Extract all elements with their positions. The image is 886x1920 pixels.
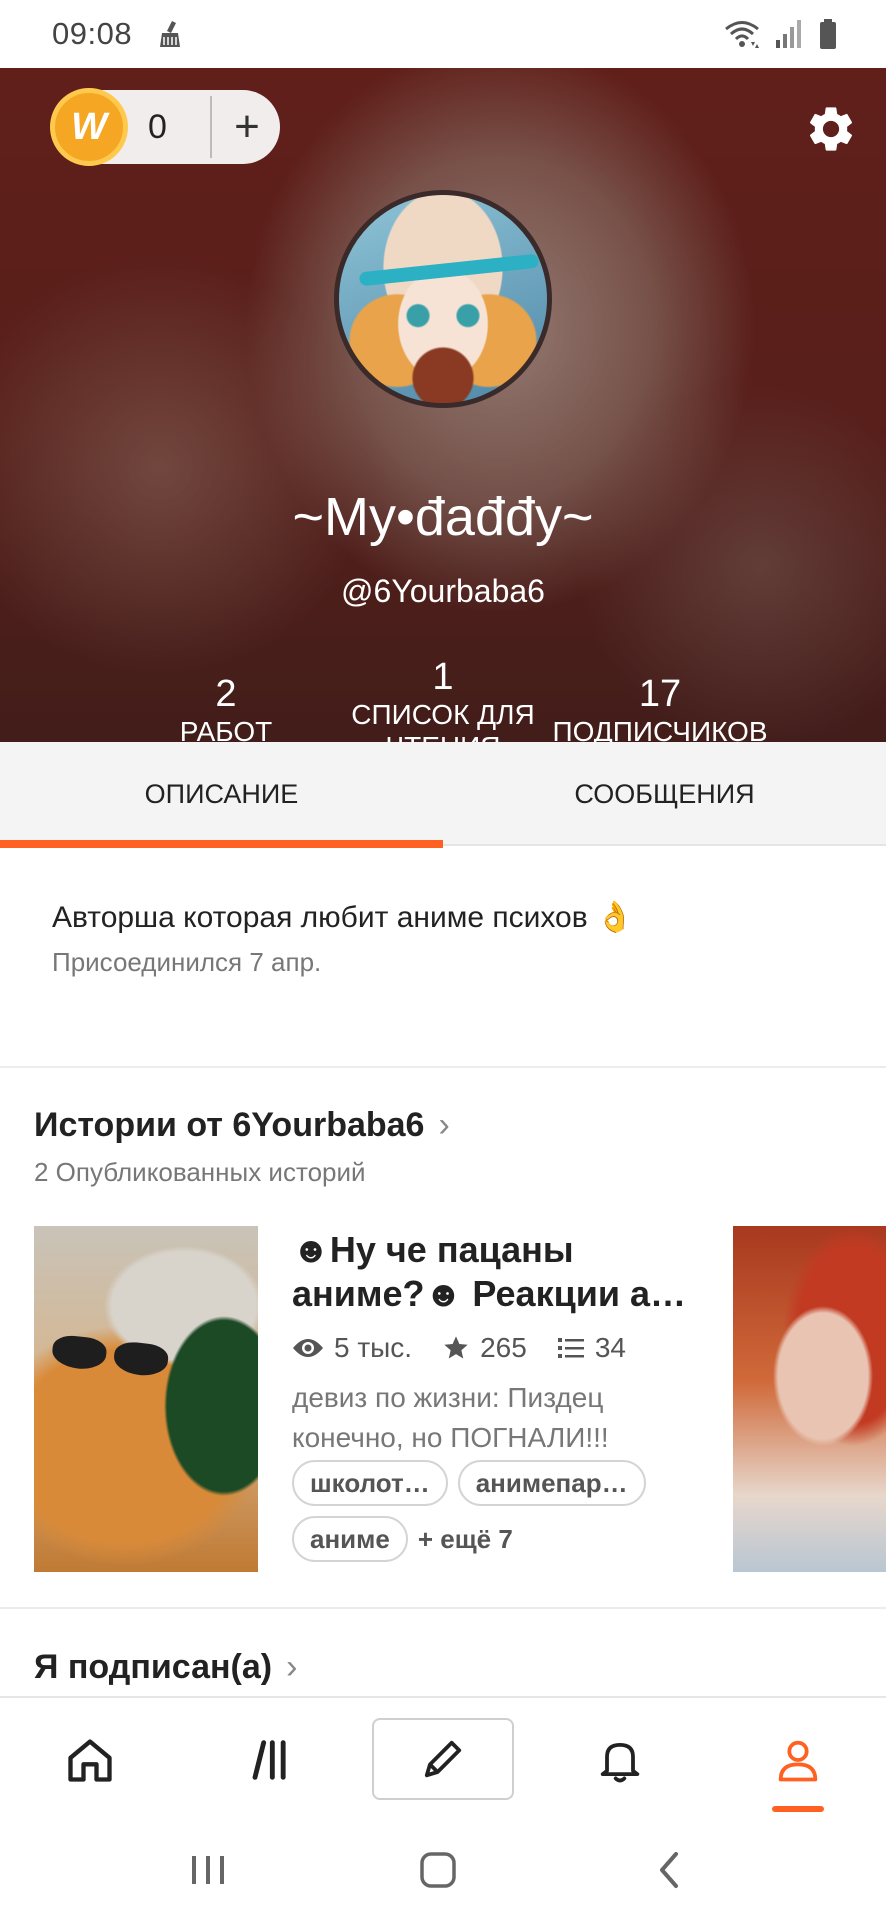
more-tags-link[interactable]: + ещё 7: [418, 1524, 513, 1555]
library-icon: [252, 1740, 286, 1780]
divider: [0, 1066, 886, 1068]
status-bar: 09:08: [0, 0, 886, 68]
recent-apps-icon: [192, 1856, 224, 1884]
stories-title: Истории от 6Yourbaba6: [34, 1106, 425, 1144]
profile-header: W 0 + ~My•đađđy~ @6Yourbaba6 2 РАБОТ 1 С…: [0, 68, 886, 742]
nav-notifications[interactable]: [570, 1718, 670, 1802]
coin-divider: [210, 96, 212, 158]
reads-count: 5 тыс.: [334, 1332, 413, 1363]
nav-home[interactable]: [40, 1718, 140, 1802]
eye-icon: [293, 1339, 323, 1357]
stories-count: 2 Опубликованных историй: [34, 1157, 366, 1187]
bell-icon: [600, 1742, 640, 1783]
home-icon: [68, 1739, 112, 1782]
story-cover-next[interactable]: [733, 1226, 886, 1572]
profile-tabs: ОПИСАНИЕ СООБЩЕНИЯ: [0, 742, 886, 848]
tab-description[interactable]: ОПИСАНИЕ: [0, 742, 443, 848]
stat-followers[interactable]: 17 ПОДПИСЧИКОВ: [540, 673, 780, 742]
stat-works[interactable]: 2 РАБОТ: [136, 673, 316, 742]
active-tab-indicator: [0, 840, 443, 848]
followers-count: 17: [638, 673, 682, 715]
nav-write[interactable]: [372, 1718, 514, 1800]
story-title-line1: ☻Ну че пацаны: [292, 1229, 574, 1270]
cleaner-icon: [160, 21, 181, 47]
tag-chip[interactable]: анимепар…: [457, 1460, 646, 1506]
pencil-icon: [424, 1740, 462, 1778]
following-title: Я подписан(а): [34, 1648, 273, 1686]
story-title-line2: аниме?☻ Реакции а…: [292, 1273, 687, 1314]
username: @6Yourbaba6: [341, 573, 545, 609]
nav-profile[interactable]: [748, 1718, 848, 1802]
home-button[interactable]: [408, 1848, 468, 1892]
back-button[interactable]: [640, 1848, 700, 1892]
bottom-nav: [0, 1696, 886, 1820]
reads-stat: 5 тыс.: [292, 1332, 412, 1364]
stat-reading-lists[interactable]: 1 СПИСОК ДЛЯ ЧТЕНИЯ: [340, 656, 546, 742]
recent-apps-button[interactable]: [178, 1848, 238, 1892]
battery-icon: [820, 19, 836, 49]
divider: [0, 1607, 886, 1609]
coin-icon: W: [50, 88, 128, 166]
wifi-icon: [725, 21, 759, 48]
nav-library[interactable]: [218, 1718, 318, 1802]
tag-chip[interactable]: школот…: [292, 1460, 448, 1506]
tab-messages[interactable]: СООБЩЕНИЯ: [443, 742, 886, 846]
back-icon: [660, 1852, 678, 1888]
signal-icon: [776, 20, 801, 48]
parts-stat: 34: [557, 1332, 626, 1364]
works-count: 2: [215, 673, 237, 715]
story-stats: 5 тыс. 265 34: [292, 1332, 656, 1364]
followers-label: ПОДПИСЧИКОВ: [552, 716, 768, 742]
about-section: Авторша которая любит аниме психов 👌 При…: [52, 900, 852, 978]
parts-count: 34: [594, 1332, 626, 1363]
list-icon: [557, 1338, 584, 1358]
joined-date: Присоединился 7 апр.: [52, 947, 322, 977]
story-tags: школот… анимепар… аниме + ещё 7: [292, 1460, 712, 1562]
chevron-right-icon: ›: [438, 1106, 450, 1144]
following-header[interactable]: Я подписан(а) ›: [34, 1648, 297, 1687]
nav-active-indicator: [772, 1806, 824, 1812]
status-icons: [724, 18, 838, 50]
story-title[interactable]: ☻Ну че пацаны аниме?☻ Реакции а…: [292, 1228, 692, 1316]
tag-chip[interactable]: аниме: [292, 1516, 408, 1562]
status-time: 09:08: [52, 16, 133, 51]
coin-count: 0: [148, 107, 167, 146]
story-description: девиз по жизни: Пиздец конечно, но ПОГНА…: [292, 1382, 609, 1453]
votes-stat: 265: [442, 1332, 527, 1364]
reading-lists-count: 1: [432, 656, 454, 698]
gear-icon[interactable]: [804, 102, 858, 156]
stories-header[interactable]: Истории от 6Yourbaba6 ›: [34, 1106, 450, 1145]
tab-messages-label: СООБЩЕНИЯ: [574, 778, 755, 809]
system-nav: [0, 1820, 886, 1920]
avatar[interactable]: [334, 190, 552, 408]
reading-lists-label-line1: СПИСОК ДЛЯ: [351, 699, 535, 730]
avatar-headband: [358, 253, 540, 287]
display-name: ~My•đađđy~: [292, 487, 594, 547]
cover-sunglasses: [50, 1333, 174, 1380]
works-label: РАБОТ: [179, 716, 273, 742]
add-coins-button[interactable]: +: [216, 90, 278, 164]
home-button-icon: [420, 1852, 456, 1888]
votes-count: 265: [480, 1332, 527, 1363]
chevron-right-icon: ›: [286, 1648, 298, 1686]
about-text: Авторша которая любит аниме психов 👌: [52, 901, 634, 934]
star-icon: [444, 1336, 468, 1359]
coin-balance[interactable]: W 0 +: [50, 88, 280, 166]
story-cover[interactable]: [34, 1226, 258, 1572]
profile-icon: [778, 1740, 818, 1782]
tab-description-label: ОПИСАНИЕ: [144, 778, 299, 809]
reading-lists-label-line2: ЧТЕНИЯ: [340, 731, 546, 742]
